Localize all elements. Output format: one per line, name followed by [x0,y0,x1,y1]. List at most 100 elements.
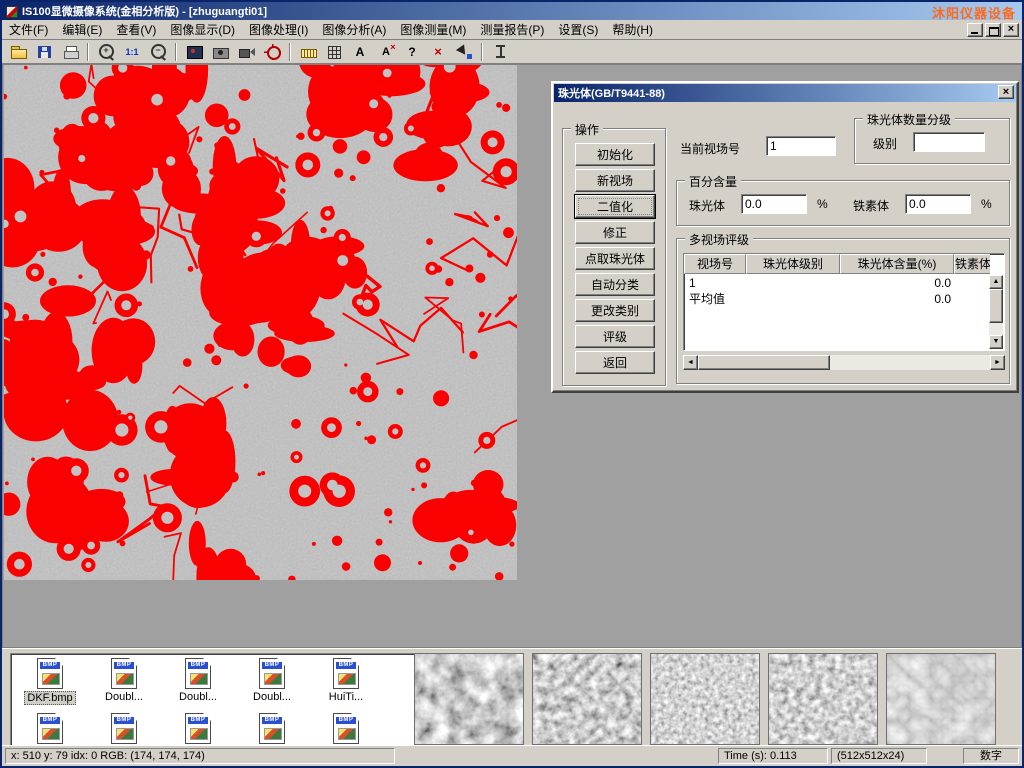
file-item[interactable]: BMP [161,713,235,746]
file-item[interactable]: BMP [309,713,383,746]
table-cell: 0.0 [841,291,955,307]
op-button-4[interactable]: 修正 [575,221,655,244]
file-item[interactable]: BMP [235,713,309,746]
zoom-out-button[interactable] [146,41,170,62]
open-file-button[interactable] [6,41,30,62]
grade-input[interactable] [913,132,985,152]
table-row: 平均值0.0 [685,291,989,307]
text-delete-button[interactable]: A [374,41,398,62]
video-button[interactable] [234,41,258,62]
vertical-scroll-thumb[interactable] [989,289,1003,323]
thumbnail-strip [414,653,996,745]
file-browser[interactable]: BMPDKF.bmpBMPDoubl...BMPDoubl...BMPDoubl… [10,653,418,746]
op-button-7[interactable]: 更改类别 [575,299,655,322]
table-header-row: 视场号珠光体级别珠光体含量(%)铁素体含量(%) [684,254,990,274]
table-header-2[interactable]: 珠光体级别 [746,254,840,274]
minimize-icon[interactable] [967,23,983,37]
pointer-button[interactable] [452,41,476,62]
pearlite-percent-input[interactable] [741,194,807,214]
work-area: 珠光体(GB/T9441-88) 操作 初始化新视场二值化修正点取珠光体自动分类… [2,64,1022,648]
bmp-file-icon: BMP [111,658,137,689]
menu-item-10[interactable]: 帮助(H) [605,19,660,40]
table-header-3[interactable]: 珠光体含量(%) [840,254,954,274]
table-header-1[interactable]: 视场号 [684,254,746,274]
print-button[interactable] [58,41,82,62]
current-field-input[interactable] [766,136,836,156]
bmp-file-icon: BMP [111,713,137,744]
image-display-button[interactable] [182,41,206,62]
file-row-1: BMPDKF.bmpBMPDoubl...BMPDoubl...BMPDoubl… [13,658,415,705]
op-button-1[interactable]: 初始化 [575,143,655,166]
file-item[interactable]: BMPDoubl... [87,658,161,705]
camera-button[interactable] [208,41,232,62]
menu-item-1[interactable]: 文件(F) [2,19,55,40]
table-horizontal-scrollbar[interactable]: ◄ ► [683,355,1005,370]
ferrite-percent-input[interactable] [905,194,971,214]
op-button-2[interactable]: 新视场 [575,169,655,192]
metallograph-image-canvas[interactable] [4,65,517,580]
scroll-up-icon[interactable]: ▲ [989,275,1003,289]
scroll-left-icon[interactable]: ◄ [683,355,698,370]
capture-target-button[interactable] [260,41,284,62]
file-item[interactable]: BMP [87,713,161,746]
measure-length-button[interactable] [296,41,320,62]
measure-delete-button[interactable]: × [426,41,450,62]
scroll-right-icon[interactable]: ► [990,355,1005,370]
thumbnail-4-image [769,654,877,744]
restore-icon[interactable] [985,23,1001,37]
file-name: Doubl... [251,691,293,703]
file-item[interactable]: BMPDoubl... [161,658,235,705]
op-button-3[interactable]: 二值化 [575,195,655,218]
thumbnail-5[interactable] [886,653,996,745]
horizontal-scroll-thumb[interactable] [698,355,830,370]
thumbnail-2[interactable] [532,653,642,745]
table-header-4[interactable]: 铁素体含量(%) [954,254,990,274]
table-cell: 1 [685,275,747,291]
thumbnail-1[interactable] [414,653,524,745]
caliper-icon [492,44,509,60]
status-bar: x: 510 y: 79 idx: 0 RGB: (174, 174, 174)… [2,745,1022,766]
dialog-title-bar[interactable]: 珠光体(GB/T9441-88) [554,84,1016,102]
file-item[interactable]: BMPDoubl... [235,658,309,705]
thumbnail-1-image [415,654,523,744]
menu-item-2[interactable]: 编辑(E) [55,19,109,40]
op-button-5[interactable]: 点取珠光体 [575,247,655,270]
file-name: HuiTi... [327,691,365,703]
mdi-window-controls [967,23,1022,37]
actual-size-button[interactable]: 1:1 [120,41,144,62]
image-size-status: (512x512x24) [831,748,927,764]
operation-group-label: 操作 [571,121,603,138]
table-cell [747,291,841,307]
close-icon[interactable] [1003,23,1019,37]
menu-item-5[interactable]: 图像处理(I) [242,19,315,40]
text-annotate-icon: A [352,44,369,60]
caliper-button[interactable] [488,41,512,62]
menu-item-6[interactable]: 图像分析(A) [315,19,393,40]
menu-item-8[interactable]: 测量报告(P) [473,19,551,40]
text-annotate-button[interactable]: A [348,41,372,62]
file-item[interactable]: BMPHuiTi... [309,658,383,705]
menu-item-3[interactable]: 查看(V) [109,19,163,40]
dialog-close-icon[interactable] [998,85,1014,99]
menu-item-4[interactable]: 图像显示(D) [163,19,242,40]
thumbnail-4[interactable] [768,653,878,745]
op-button-9[interactable]: 返回 [575,351,655,374]
title-bar[interactable]: IS100显微摄像系统(金相分析版) - [zhuguangti01] 沐阳仪器… [2,2,1022,20]
thumbnail-3[interactable] [650,653,760,745]
bmp-icon-picture [264,728,282,740]
measure-grid-button[interactable] [322,41,346,62]
op-button-8[interactable]: 评级 [575,325,655,348]
save-button[interactable] [32,41,56,62]
menu-item-9[interactable]: 设置(S) [551,19,605,40]
op-button-6[interactable]: 自动分类 [575,273,655,296]
scroll-down-icon[interactable]: ▼ [989,335,1003,349]
table-cell: 0.0 [841,275,955,291]
table-vertical-scrollbar[interactable]: ▲ ▼ [989,275,1003,349]
bmp-icon-label: BMP [114,662,134,669]
cursor-position-status: x: 510 y: 79 idx: 0 RGB: (174, 174, 174) [5,748,395,764]
help-button[interactable]: ? [400,41,424,62]
menu-item-7[interactable]: 图像测量(M) [393,19,473,40]
file-item[interactable]: BMPDKF.bmp [13,658,87,705]
file-item[interactable]: BMP [13,713,87,746]
zoom-in-button[interactable] [94,41,118,62]
